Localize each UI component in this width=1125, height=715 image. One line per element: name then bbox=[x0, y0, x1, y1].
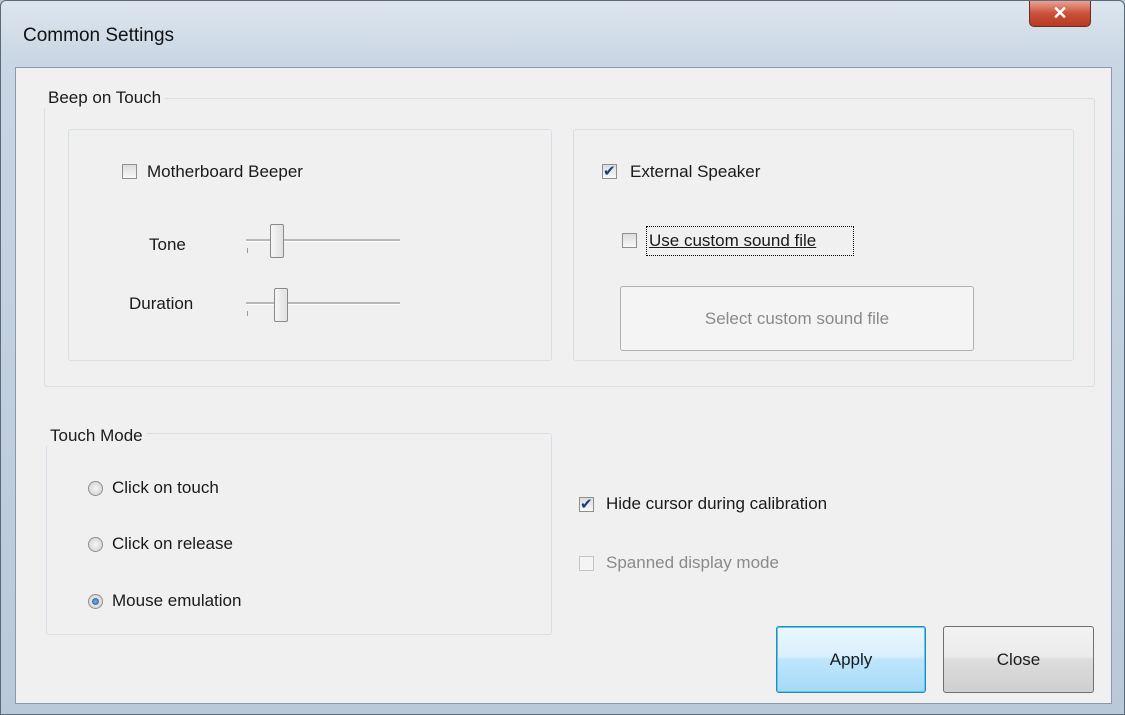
mouse-emulation-label[interactable]: Mouse emulation bbox=[112, 591, 241, 611]
click-on-touch-radio[interactable] bbox=[88, 481, 103, 496]
duration-label: Duration bbox=[129, 294, 194, 313]
tone-slider-thumb[interactable] bbox=[270, 224, 284, 258]
window-title: Common Settings bbox=[23, 25, 175, 46]
external-speaker-label[interactable]: External Speaker bbox=[630, 162, 760, 182]
spanned-display-label[interactable]: Spanned display mode bbox=[606, 553, 779, 573]
motherboard-beeper-label[interactable]: Motherboard Beeper bbox=[147, 162, 303, 182]
select-custom-sound-button[interactable]: Select custom sound file bbox=[620, 286, 974, 351]
use-custom-sound-label[interactable]: Use custom sound file bbox=[649, 231, 816, 251]
close-icon: ✕ bbox=[1052, 3, 1068, 23]
tone-label: Tone bbox=[149, 235, 186, 254]
click-on-release-radio[interactable] bbox=[88, 537, 103, 552]
beep-on-touch-label: Beep on Touch bbox=[44, 88, 166, 108]
duration-slider-thumb[interactable] bbox=[274, 288, 288, 322]
external-speaker-checkbox[interactable] bbox=[602, 162, 617, 180]
motherboard-beeper-checkbox[interactable] bbox=[122, 164, 137, 179]
settings-window: Common Settings ✕ Beep on Touch Motherbo… bbox=[0, 0, 1125, 715]
duration-slider-track[interactable] bbox=[246, 302, 400, 305]
use-custom-sound-checkbox[interactable] bbox=[622, 233, 637, 248]
click-on-touch-label[interactable]: Click on touch bbox=[112, 478, 219, 498]
duration-slider-tick bbox=[247, 311, 248, 316]
hide-cursor-label[interactable]: Hide cursor during calibration bbox=[606, 494, 827, 514]
click-on-release-label[interactable]: Click on release bbox=[112, 534, 233, 554]
hide-cursor-checkbox[interactable] bbox=[579, 495, 594, 513]
dialog-client-area: Beep on Touch Motherboard Beeper Tone Du… bbox=[15, 67, 1112, 704]
close-button[interactable]: Close bbox=[943, 626, 1094, 693]
motherboard-panel bbox=[68, 129, 552, 361]
spanned-display-checkbox[interactable] bbox=[579, 556, 594, 571]
apply-button[interactable]: Apply bbox=[776, 626, 926, 693]
title-bar[interactable]: Common Settings ✕ bbox=[1, 1, 1124, 67]
window-close-button[interactable]: ✕ bbox=[1029, 1, 1091, 27]
mouse-emulation-radio[interactable] bbox=[88, 594, 103, 609]
touch-mode-label: Touch Mode bbox=[46, 426, 147, 446]
tone-slider-tick bbox=[247, 248, 248, 253]
